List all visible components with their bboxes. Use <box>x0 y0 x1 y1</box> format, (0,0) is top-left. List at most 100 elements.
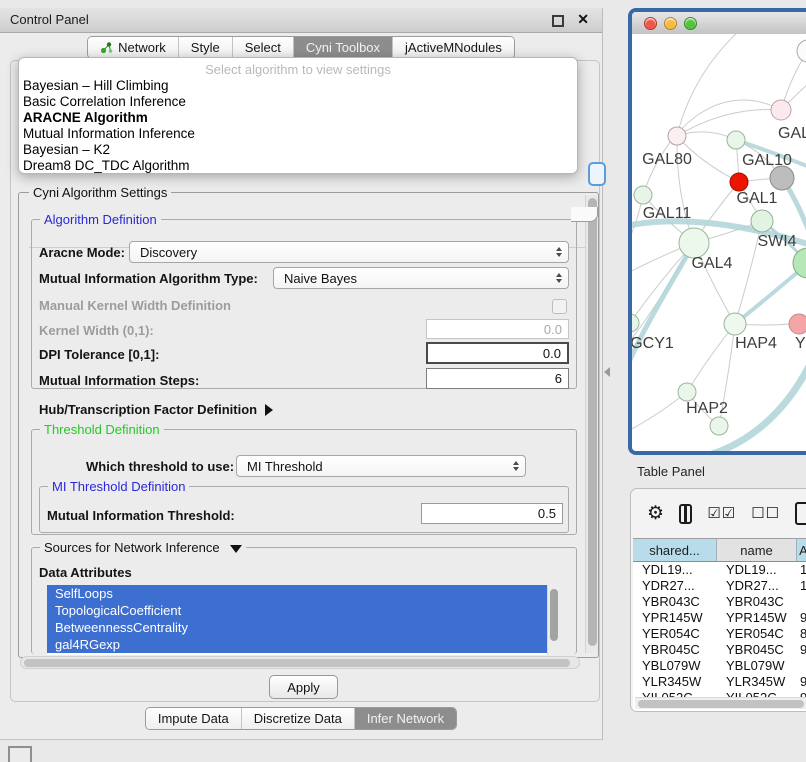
algorithm-option-mutual-information-inference[interactable]: Mutual Information Inference <box>19 126 577 142</box>
splitter-handle[interactable] <box>604 367 610 377</box>
table-cell[interactable]: YLR345W <box>717 674 797 690</box>
network-window-titlebar[interactable] <box>632 12 806 35</box>
table-cell[interactable]: YER054C <box>633 626 717 642</box>
split-view-icon[interactable] <box>679 504 692 524</box>
table-row[interactable]: YLR345WYLR345W9. <box>633 674 806 690</box>
zoom-traffic-light-icon[interactable] <box>684 17 697 30</box>
table-cell[interactable]: YBR045C <box>717 642 797 658</box>
network-node-gal1[interactable] <box>751 210 773 232</box>
network-node-pink-right[interactable] <box>789 314 806 334</box>
aracne-mode-combobox[interactable]: Discovery <box>129 241 569 263</box>
data-attributes-scrollbar[interactable] <box>547 585 559 655</box>
which-threshold-combobox[interactable]: MI Threshold <box>236 455 526 477</box>
network-node-gcy1[interactable] <box>632 314 639 332</box>
tab-select[interactable]: Select <box>232 37 293 58</box>
table-cell[interactable]: 9. <box>797 674 806 690</box>
scrollbar-thumb[interactable] <box>24 659 570 667</box>
network-node-gal10[interactable] <box>727 131 745 149</box>
network-node-gal80[interactable] <box>668 127 686 145</box>
mi-threshold-field[interactable]: 0.5 <box>421 503 563 524</box>
settings-vertical-scrollbar[interactable] <box>585 195 598 653</box>
network-node-partial-top[interactable] <box>797 40 806 62</box>
column-header-name[interactable]: name <box>717 539 797 561</box>
collapse-arrow-icon[interactable] <box>230 545 242 553</box>
tab-style[interactable]: Style <box>178 37 232 58</box>
table-cell[interactable]: YPR145W <box>633 610 717 626</box>
network-node-gray[interactable] <box>770 166 794 190</box>
data-attribute-item[interactable]: gal4RGexp <box>47 636 547 653</box>
close-traffic-light-icon[interactable] <box>644 17 657 30</box>
table-cell[interactable]: YDR27... <box>633 578 717 594</box>
table-cell[interactable] <box>797 594 806 610</box>
scrollbar-thumb[interactable] <box>638 700 804 708</box>
table-cell[interactable]: YER054C <box>717 626 797 642</box>
mi-type-combobox[interactable]: Naive Bayes <box>273 267 569 289</box>
minimize-traffic-light-icon[interactable] <box>664 17 677 30</box>
table-cell[interactable]: YDL19... <box>633 562 717 578</box>
table-horizontal-scrollbar[interactable] <box>635 697 806 709</box>
tab-jactivemnodules[interactable]: jActiveMNodules <box>392 37 514 58</box>
sheet-icon[interactable] <box>795 502 806 525</box>
table-row[interactable]: YBR045CYBR045C9. <box>633 642 806 658</box>
settings-horizontal-scrollbar[interactable] <box>20 656 580 669</box>
network-edge[interactable] <box>632 392 687 432</box>
scrollbar-thumb[interactable] <box>550 589 558 641</box>
column-header-a[interactable]: A <box>797 539 806 561</box>
tab-network[interactable]: Network <box>88 37 178 58</box>
table-cell[interactable]: YBR043C <box>717 594 797 610</box>
algorithm-option-dream8-dc-tdc-algorithm[interactable]: Dream8 DC_TDC Algorithm <box>19 158 577 174</box>
table-cell[interactable]: YBR043C <box>633 594 717 610</box>
table-cell[interactable]: YLR345W <box>633 674 717 690</box>
gear-icon[interactable]: ⚙ <box>647 504 664 523</box>
hub-definition-expander[interactable]: Hub/Transcription Factor Definition <box>39 402 273 417</box>
table-cell[interactable]: YBL079W <box>717 658 797 674</box>
network-node-bottom[interactable] <box>710 417 728 435</box>
table-cell[interactable]: YDL19... <box>717 562 797 578</box>
close-icon[interactable]: ✕ <box>577 11 589 28</box>
table-cell[interactable]: 13 <box>797 562 806 578</box>
tab-cyni-toolbox[interactable]: Cyni Toolbox <box>293 37 392 58</box>
tab-impute-data[interactable]: Impute Data <box>146 708 241 729</box>
table-row[interactable]: YDL19...YDL19...13 <box>633 562 806 578</box>
network-node-gal-right[interactable] <box>771 100 791 120</box>
table-row[interactable]: YPR145WYPR145W9. <box>633 610 806 626</box>
dpi-tolerance-field[interactable]: 0.0 <box>426 342 569 364</box>
float-icon[interactable] <box>552 15 564 27</box>
column-header-shared[interactable]: shared... <box>633 539 717 561</box>
table-cell[interactable] <box>797 658 806 674</box>
algorithm-option-basic-correlation-inference[interactable]: Basic Correlation Inference <box>19 94 577 110</box>
network-node-selected-red[interactable] <box>730 173 748 191</box>
table-cell[interactable]: YBR045C <box>633 642 717 658</box>
data-attribute-item[interactable]: SelfLoops <box>47 585 547 602</box>
docked-widget-icon[interactable] <box>8 746 32 762</box>
data-attribute-item[interactable]: BetweennessCentrality <box>47 619 547 636</box>
table-cell[interactable]: YBL079W <box>633 658 717 674</box>
scrollbar-thumb[interactable] <box>588 198 597 646</box>
table-cell[interactable]: 8. <box>797 626 806 642</box>
table-cell[interactable]: YDR27... <box>717 578 797 594</box>
algorithm-option-bayesian-hill-climbing[interactable]: Bayesian – Hill Climbing <box>19 78 577 94</box>
algorithm-option-aracne-algorithm[interactable]: ARACNE Algorithm <box>19 110 577 126</box>
tab-discretize-data[interactable]: Discretize Data <box>241 708 354 729</box>
data-attribute-item[interactable]: TopologicalCoefficient <box>47 602 547 619</box>
table-row[interactable]: YBL079WYBL079W <box>633 658 806 674</box>
network-node-gal4[interactable] <box>679 228 709 258</box>
checked-boxes-icon[interactable]: ☑☑ <box>707 506 736 521</box>
network-node-gal11[interactable] <box>634 186 652 204</box>
unchecked-boxes-icon[interactable]: ☐☐ <box>751 506 780 521</box>
table-row[interactable]: YBR043CYBR043C <box>633 594 806 610</box>
network-edge[interactable] <box>687 324 735 392</box>
network-canvas[interactable]: GALGAL80GAL10GAL1SWI4GAL11GAL4GCY1HAP4YH… <box>632 34 806 451</box>
algorithm-option-bayesian-k2[interactable]: Bayesian – K2 <box>19 142 577 158</box>
mi-steps-field[interactable]: 6 <box>426 368 569 389</box>
table-cell[interactable]: 9. <box>797 610 806 626</box>
network-node-hap2[interactable] <box>678 383 696 401</box>
table-row[interactable]: YDR27...YDR27...12 <box>633 578 806 594</box>
table-cell[interactable]: YPR145W <box>717 610 797 626</box>
network-node-hap4[interactable] <box>724 313 746 335</box>
table-row[interactable]: YER054CYER054C8. <box>633 626 806 642</box>
apply-button[interactable]: Apply <box>269 675 338 699</box>
tab-infer-network[interactable]: Infer Network <box>354 708 456 729</box>
table-cell[interactable]: 12 <box>797 578 806 594</box>
table-cell[interactable]: 9. <box>797 642 806 658</box>
